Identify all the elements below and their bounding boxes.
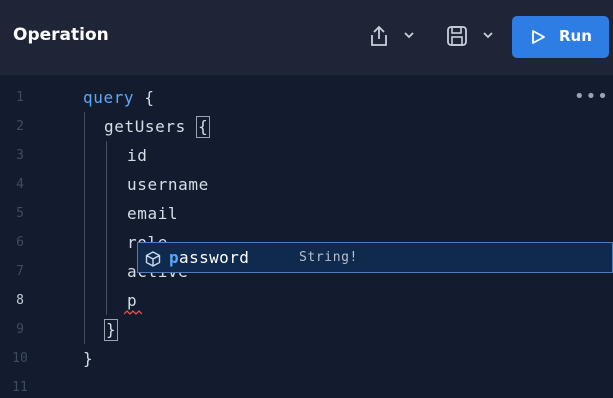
line-number: 10 (12, 351, 28, 366)
code-line: } (83, 349, 94, 368)
query-editor[interactable]: ••• 1 2 3 4 5 6 7 8 9 10 11 query { getU… (0, 75, 613, 398)
code-line: query { (83, 83, 155, 112)
line-number: 5 (16, 206, 24, 221)
suggestion-type: String! (299, 250, 358, 265)
autocomplete-suggestion[interactable]: password String! (137, 242, 613, 273)
chevron-down-icon[interactable] (404, 31, 414, 39)
share-icon[interactable] (368, 24, 390, 48)
suggestion-label: password (169, 248, 249, 267)
line-number: 4 (16, 177, 24, 192)
chevron-down-icon[interactable] (483, 31, 493, 39)
play-icon (532, 30, 545, 44)
matching-bracket: { (196, 116, 211, 138)
code-line: getUsers { (104, 112, 211, 141)
matching-bracket: } (104, 319, 119, 341)
more-icon[interactable]: ••• (574, 88, 609, 106)
suggestion-rest: assword (179, 248, 250, 267)
line-number: 9 (16, 322, 24, 337)
run-button[interactable]: Run (512, 16, 609, 58)
suggestion-match: p (169, 248, 180, 267)
line-number: 6 (16, 235, 24, 250)
save-icon[interactable] (446, 24, 468, 48)
line-number-active: 8 (16, 293, 24, 308)
error-squiggle (124, 310, 142, 315)
run-label: Run (559, 27, 592, 45)
page-title: Operation (13, 25, 109, 45)
keyword-query: query (83, 88, 135, 107)
line-number: 11 (12, 380, 28, 395)
code-text: { (134, 88, 155, 107)
operation-header: Operation Run (0, 0, 613, 75)
code-line: email (127, 204, 179, 223)
code-line: id (127, 146, 148, 165)
field-cube-icon (145, 251, 161, 267)
code-line: } (104, 315, 119, 344)
code-line: username (127, 175, 209, 194)
indent-guide (84, 112, 85, 344)
indent-guide (106, 141, 107, 315)
code-text: getUsers (104, 117, 186, 136)
line-number: 1 (16, 90, 24, 105)
line-number: 2 (16, 119, 24, 134)
line-number: 7 (16, 264, 24, 279)
line-number: 3 (16, 148, 24, 163)
